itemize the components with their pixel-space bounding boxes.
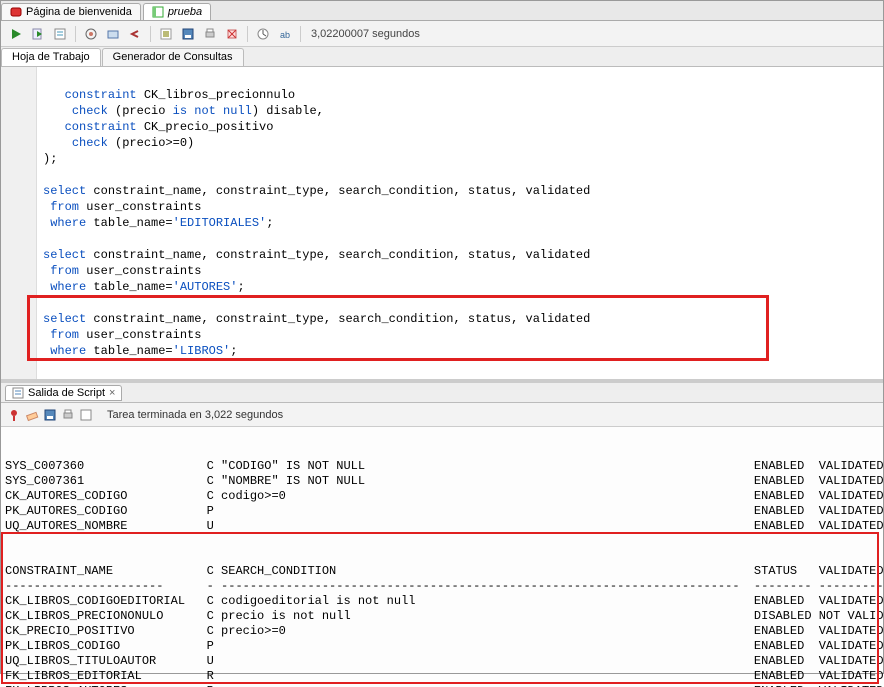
pin-button[interactable] (7, 408, 21, 422)
worksheet-icon (152, 6, 164, 18)
explain-button[interactable] (51, 25, 69, 43)
erase-button[interactable] (25, 408, 39, 422)
code-area[interactable]: constraint CK_libros_precionnulo check (… (37, 67, 883, 379)
svg-text:ab: ab (280, 30, 290, 40)
print-button[interactable] (201, 25, 219, 43)
script-output-icon (12, 387, 24, 399)
run-button[interactable] (7, 25, 25, 43)
subtab-worksheet[interactable]: Hoja de Trabajo (1, 48, 101, 66)
print-output-button[interactable] (61, 408, 75, 422)
autotrace-button[interactable] (82, 25, 100, 43)
tab-welcome-label: Página de bienvenida (26, 6, 132, 18)
task-status: Tarea terminada en 3,022 segundos (107, 409, 283, 421)
subtab-querybuilder[interactable]: Generador de Consultas (102, 48, 244, 66)
execution-time: 3,02200007 segundos (311, 28, 420, 40)
save-button[interactable] (179, 25, 197, 43)
output-toolbar: Tarea terminada en 3,022 segundos (1, 403, 883, 427)
output-tab-script[interactable]: Salida de Script × (5, 385, 122, 401)
run-script-button[interactable] (29, 25, 47, 43)
save-output-button[interactable] (43, 408, 57, 422)
wrap-button[interactable] (79, 408, 93, 422)
commit-button[interactable] (104, 25, 122, 43)
separator (300, 26, 301, 42)
script-output[interactable]: SYS_C007360 C "CODIGO" IS NOT NULL ENABL… (1, 427, 883, 687)
close-icon[interactable]: × (109, 387, 115, 399)
output-tabbar: Salida de Script × (1, 383, 883, 403)
separator (75, 26, 76, 42)
tab-prueba-label: prueba (168, 6, 202, 18)
case-button[interactable]: ab (276, 25, 294, 43)
main-toolbar: ab 3,02200007 segundos (1, 21, 883, 47)
rollback-button[interactable] (126, 25, 144, 43)
oracle-icon (10, 6, 22, 18)
output-tab-label: Salida de Script (28, 387, 105, 399)
clear-button[interactable] (223, 25, 241, 43)
sql-editor[interactable]: constraint CK_libros_precionnulo check (… (1, 67, 883, 383)
tab-prueba[interactable]: prueba (143, 3, 211, 20)
file-tabbar: Página de bienvenida prueba (1, 1, 883, 21)
output-text: SYS_C007360 C "CODIGO" IS NOT NULL ENABL… (5, 459, 879, 687)
worksheet-tabs: Hoja de Trabajo Generador de Consultas (1, 47, 883, 67)
line-gutter (1, 67, 37, 379)
separator (247, 26, 248, 42)
unshared-button[interactable] (157, 25, 175, 43)
separator (150, 26, 151, 42)
sql-history-button[interactable] (254, 25, 272, 43)
tab-welcome[interactable]: Página de bienvenida (1, 3, 141, 20)
